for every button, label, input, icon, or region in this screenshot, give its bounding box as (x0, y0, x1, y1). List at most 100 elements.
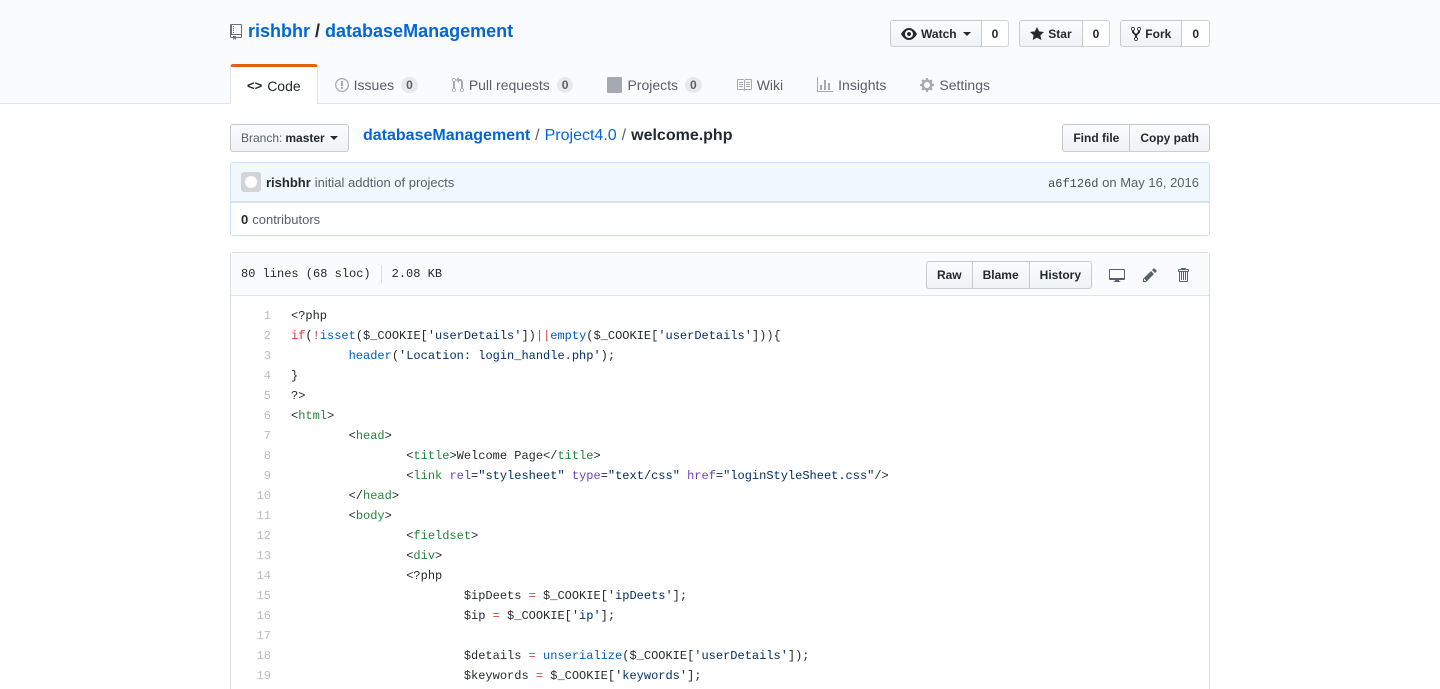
line-content: <fieldset> (291, 529, 479, 543)
line-number[interactable]: 12 (231, 526, 281, 546)
tab-pull-requests[interactable]: Pull requests 0 (435, 64, 591, 104)
file-size: 2.08 KB (391, 267, 443, 281)
line-number[interactable]: 8 (231, 446, 281, 466)
line-number[interactable]: 13 (231, 546, 281, 566)
blame-button[interactable]: Blame (971, 261, 1030, 289)
line-number[interactable]: 18 (231, 646, 281, 666)
line-content: <html> (291, 409, 335, 423)
commit-message-link[interactable]: initial addtion of projects (315, 175, 454, 190)
breadcrumb-root-link[interactable]: databaseManagement (363, 127, 530, 145)
book-icon (736, 79, 752, 91)
edit-file-button[interactable] (1133, 261, 1166, 289)
tab-wiki[interactable]: Wiki (719, 64, 800, 104)
star-button[interactable]: Star (1019, 20, 1083, 47)
commit-author-link[interactable]: rishbhr (266, 175, 311, 190)
line-number[interactable]: 10 (231, 486, 281, 506)
tab-insights[interactable]: Insights (800, 64, 903, 104)
breadcrumb-folder-link[interactable]: Project4.0 (545, 127, 617, 145)
line-number[interactable]: 7 (231, 426, 281, 446)
code-line: 18 $details = unserialize($_COOKIE['user… (231, 646, 1209, 666)
tab-settings-label: Settings (939, 77, 990, 93)
contributors-bar[interactable]: 0 contributors (230, 202, 1210, 236)
line-number[interactable]: 5 (231, 386, 281, 406)
repo-name-link[interactable]: databaseManagement (325, 21, 513, 42)
line-number[interactable]: 11 (231, 506, 281, 526)
copy-path-button[interactable]: Copy path (1130, 124, 1210, 152)
line-content: $ip = $_COOKIE['ip']; (291, 609, 616, 623)
code-line: 7 <head> (231, 426, 1209, 446)
code-line: 6 <html> (231, 406, 1209, 426)
watch-button[interactable]: Watch (890, 20, 982, 47)
watch-count[interactable]: 0 (981, 20, 1010, 47)
line-number[interactable]: 1 (231, 306, 281, 326)
chevron-down-icon (962, 31, 971, 36)
repo-title: rishbhr / databaseManagement (230, 21, 513, 42)
watch-label: Watch (921, 26, 957, 41)
repo-forked-icon (1131, 26, 1142, 41)
line-content: <link rel="stylesheet" type="text/css" h… (291, 469, 889, 483)
branch-prefix: Branch: (241, 131, 283, 145)
repo-header: rishbhr / databaseManagement Watch 0 Sta… (0, 0, 1440, 105)
line-content: <head> (291, 429, 392, 443)
open-desktop-button[interactable] (1100, 261, 1133, 289)
main-content: Branch: master databaseManagement / Proj… (230, 124, 1210, 689)
line-number[interactable]: 19 (231, 666, 281, 686)
line-number[interactable]: 4 (231, 366, 281, 386)
line-number[interactable]: 16 (231, 606, 281, 626)
code-line: 1 <?php (231, 306, 1209, 326)
repo-owner-link[interactable]: rishbhr (248, 21, 310, 42)
delete-file-button[interactable] (1166, 261, 1199, 289)
repo-icon (230, 23, 242, 40)
contributors-label: contributors (252, 211, 321, 227)
file-header: 80 lines (68 sloc) 2.08 KB Raw Blame His… (231, 253, 1209, 296)
line-content: <body> (291, 509, 392, 523)
title-row: rishbhr / databaseManagement Watch 0 Sta… (230, 0, 1210, 64)
find-file-button[interactable]: Find file (1062, 124, 1131, 152)
projects-counter: 0 (685, 76, 702, 94)
graph-icon (817, 77, 834, 92)
commit-date: May 16, 2016 (1120, 175, 1199, 190)
tab-code[interactable]: <> Code (230, 64, 318, 105)
line-content: $details = unserialize($_COOKIE['userDet… (291, 649, 810, 663)
code-line: 2 if(!isset($_COOKIE['userDetails'])||emp… (231, 326, 1209, 346)
line-number[interactable]: 2 (231, 326, 281, 346)
fork-label: Fork (1145, 26, 1172, 41)
code-line: 11 <body> (231, 506, 1209, 526)
line-number[interactable]: 17 (231, 626, 281, 646)
tab-settings[interactable]: Settings (903, 64, 1007, 104)
fork-count[interactable]: 0 (1182, 20, 1210, 47)
fork-group: Fork 0 (1120, 20, 1210, 47)
breadcrumb-separator: / (621, 127, 627, 144)
line-content: <div> (291, 549, 443, 563)
pencil-icon (1142, 268, 1157, 282)
tab-pull-requests-label: Pull requests (468, 77, 550, 93)
line-number[interactable]: 9 (231, 466, 281, 486)
avatar[interactable] (241, 172, 261, 192)
tab-issues-label: Issues (353, 77, 395, 93)
fork-button[interactable]: Fork (1120, 20, 1183, 47)
commit-date-prefix: on (1102, 175, 1117, 190)
code-line: 15 $ipDeets = $_COOKIE['ipDeets']; (231, 586, 1209, 606)
project-icon (607, 77, 623, 93)
code-line: 8 <title>Welcome Page</title> (231, 446, 1209, 466)
code-line: 4} (231, 366, 1209, 386)
contributors-count: 0 (241, 211, 249, 227)
star-label: Star (1048, 26, 1072, 41)
file-box: 80 lines (68 sloc) 2.08 KB Raw Blame His… (230, 252, 1210, 689)
line-number[interactable]: 14 (231, 566, 281, 586)
line-number[interactable]: 3 (231, 346, 281, 366)
line-number[interactable]: 6 (231, 406, 281, 426)
line-content: ?> (291, 389, 306, 403)
line-content: <?php (291, 309, 328, 323)
history-button[interactable]: History (1028, 261, 1092, 289)
breadcrumb: databaseManagement / Project4.0 / welcom… (363, 127, 732, 145)
tab-projects[interactable]: Projects 0 (590, 64, 718, 104)
raw-button[interactable]: Raw (925, 261, 973, 289)
tab-issues[interactable]: Issues 0 (318, 64, 435, 104)
commit-sha-link[interactable]: a6f126d (1048, 177, 1098, 191)
line-content: } (291, 369, 299, 383)
commit-tease: rishbhr initial addtion of projects a6f1… (230, 162, 1210, 202)
line-number[interactable]: 15 (231, 586, 281, 606)
branch-select-button[interactable]: Branch: master (230, 124, 349, 152)
star-count[interactable]: 0 (1082, 20, 1111, 47)
